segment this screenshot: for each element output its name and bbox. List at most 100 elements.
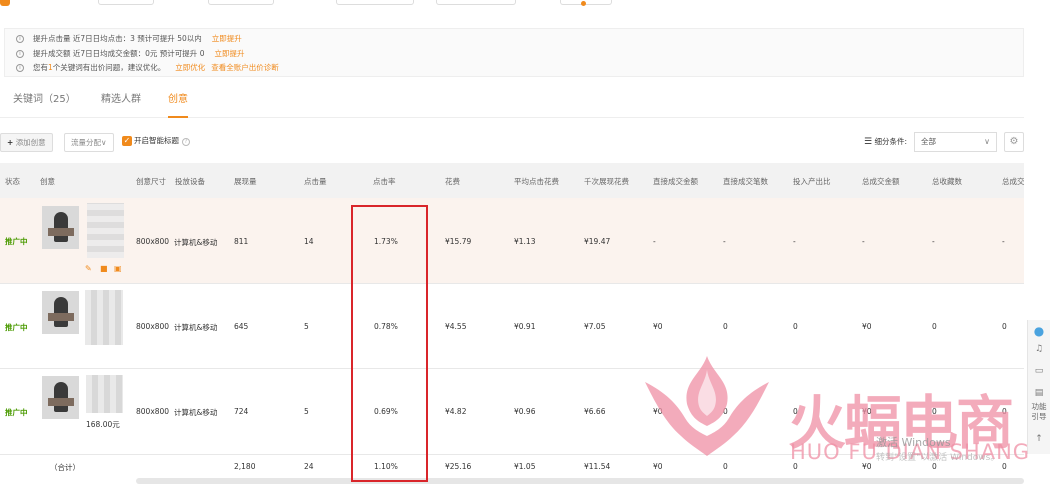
status-badge: 推广中: [5, 237, 28, 246]
cpm: ¥7.05: [584, 322, 606, 331]
top-tab[interactable]: [208, 0, 274, 5]
tip-row: i 提升点击量 近7日日均点击：3 预计可提升 50以内 立即提升: [16, 33, 242, 45]
tab-audience[interactable]: 精选人群: [101, 92, 141, 118]
direct-amount: ¥0: [653, 322, 663, 331]
direct-count: -: [723, 237, 726, 246]
delete-icon[interactable]: ■: [100, 264, 108, 273]
column-header[interactable]: 创意尺寸: [136, 176, 166, 187]
thumb-figure: [54, 297, 68, 327]
top-tab[interactable]: [98, 0, 154, 5]
column-header[interactable]: 千次展现花费: [584, 176, 629, 187]
column-header[interactable]: 状态: [5, 176, 20, 187]
blurred-preview: [87, 203, 124, 258]
right-sidebar: ● ♫ ▭ ▤ 功能引导 ↑: [1027, 320, 1050, 454]
back-to-top-icon[interactable]: ↑: [1028, 434, 1050, 444]
improve-sales-link[interactable]: 立即提升: [214, 49, 244, 58]
device: 计算机&移动: [174, 238, 218, 247]
cost: ¥4.55: [445, 322, 467, 331]
add-creative-label: 添加创意: [15, 138, 46, 147]
direct-amount: -: [653, 237, 656, 246]
info-icon: i: [16, 35, 24, 43]
impressions: 724: [234, 407, 249, 416]
message-icon[interactable]: ▭: [1028, 366, 1050, 376]
smart-title-label: 开启智能标题?: [134, 135, 190, 146]
top-tab[interactable]: [560, 0, 612, 5]
tip-text: 提升成交额 近7日日均成交金额：0元 预计可提升 0: [33, 49, 205, 58]
total-favorites: 0: [932, 322, 937, 331]
column-header[interactable]: 平均点击花费: [514, 176, 559, 187]
gear-icon: ⚙: [1009, 136, 1019, 147]
bell-icon[interactable]: ♫: [1028, 344, 1050, 354]
clicks: 5: [304, 322, 309, 331]
device: 计算机&移动: [174, 408, 218, 417]
tip-text: 您有: [33, 63, 48, 72]
price-label: 168.00元: [86, 420, 120, 429]
watermark-logo-icon: [645, 356, 769, 456]
tip-text: 个关键词有出价问题，建议优化。: [52, 63, 166, 72]
creative-size: 800x800: [136, 322, 170, 331]
top-tab[interactable]: [336, 0, 414, 5]
filter-value: 全部: [921, 137, 936, 146]
column-header[interactable]: 总收藏数: [932, 176, 962, 187]
top-tab-marker: [0, 0, 10, 6]
direct-amount: ¥0: [653, 462, 663, 471]
clicks: 14: [304, 237, 314, 246]
edit-icon[interactable]: ✎: [85, 264, 92, 273]
thumb-figure: [54, 212, 68, 242]
thumb-figure: [54, 382, 68, 412]
top-tab[interactable]: [436, 0, 516, 5]
horizontal-scrollbar[interactable]: [136, 478, 1024, 484]
list-icon: ☰: [864, 137, 873, 147]
cpc: ¥1.05: [514, 462, 536, 471]
direct-count: 0: [723, 462, 728, 471]
windows-activation-title: 激活 Windows: [876, 436, 951, 449]
improve-clicks-link[interactable]: 立即提升: [212, 34, 242, 43]
cost: ¥4.82: [445, 407, 467, 416]
preview-icon[interactable]: ▣: [114, 264, 122, 273]
thumb-figure: [48, 228, 74, 236]
clicks: 24: [304, 462, 314, 471]
tip-row: i 您有1个关键词有出价问题，建议优化。 立即优化 查看全账户出价诊断: [16, 62, 279, 74]
tab-creative[interactable]: 创意: [168, 92, 188, 118]
help-icon[interactable]: ?: [182, 138, 190, 146]
column-header[interactable]: 总成交: [1002, 176, 1025, 187]
column-header[interactable]: 投放设备: [175, 176, 205, 187]
column-header[interactable]: 直接成交笔数: [723, 176, 768, 187]
chevron-down-icon: ∨: [101, 138, 107, 147]
column-header[interactable]: 花费: [445, 176, 460, 187]
table-row[interactable]: 推广中 800x800 计算机&移动 645 5 0.78% ¥4.55 ¥0.…: [0, 284, 1024, 369]
table-row[interactable]: 推广中 ✎ ■ ▣ 800x800 计算机&移动 811 14 1.73% ¥1…: [0, 198, 1024, 284]
tab-keywords[interactable]: 关键词（25）: [13, 92, 76, 118]
roi: -: [793, 237, 796, 246]
bid-diagnosis-link[interactable]: 查看全账户出价诊断: [211, 63, 279, 72]
column-header[interactable]: 点击量: [304, 176, 327, 187]
optimize-now-link[interactable]: 立即优化: [175, 63, 205, 72]
column-header[interactable]: 投入产出比: [793, 176, 831, 187]
chat-icon[interactable]: ●: [1028, 324, 1050, 338]
cpc: ¥1.13: [514, 237, 536, 246]
column-header[interactable]: 创意: [40, 176, 55, 187]
column-header[interactable]: 点击率: [373, 176, 396, 187]
roi: 0: [793, 322, 798, 331]
smart-title-text: 开启智能标题: [134, 136, 179, 145]
cpc: ¥0.91: [514, 322, 536, 331]
impressions: 811: [234, 237, 249, 246]
traffic-allocation-dropdown[interactable]: 流量分配∨: [64, 133, 114, 152]
column-header[interactable]: 直接成交金额: [653, 176, 698, 187]
info-icon: i: [16, 64, 24, 72]
settings-button[interactable]: ⚙: [1004, 132, 1024, 152]
creative-thumbnail[interactable]: [42, 376, 79, 419]
creative-thumbnail[interactable]: [42, 206, 79, 249]
add-creative-button[interactable]: + 添加创意: [0, 133, 53, 152]
smart-title-checkbox[interactable]: ✓: [122, 136, 132, 146]
cpm: ¥19.47: [584, 237, 611, 246]
creative-thumbnail[interactable]: [42, 291, 79, 334]
filter-label: ☰ 细分条件:: [864, 136, 907, 147]
top-strip: [0, 0, 1050, 8]
column-header[interactable]: 总成交金额: [862, 176, 900, 187]
filter-select[interactable]: 全部 ∨: [914, 132, 997, 152]
summary-label: （合计）: [50, 463, 80, 472]
book-icon[interactable]: ▤: [1028, 388, 1050, 398]
feature-guide-label[interactable]: 功能引导: [1028, 402, 1050, 422]
column-header[interactable]: 展现量: [234, 176, 257, 187]
